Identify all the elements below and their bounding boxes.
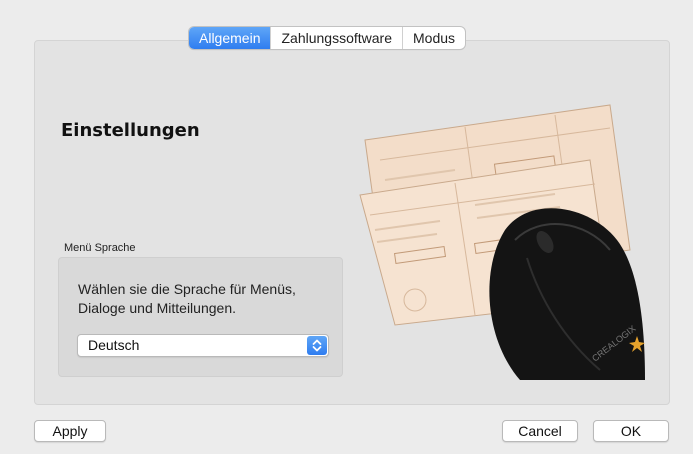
tab-zahlungssoftware[interactable]: Zahlungssoftware xyxy=(271,27,403,49)
language-select-value: Deutsch xyxy=(88,337,140,353)
tab-bar: Allgemein Zahlungssoftware Modus xyxy=(189,27,466,49)
language-group-label: Menü Sprache xyxy=(64,242,136,254)
language-description: Wählen sie die Sprache für Menüs, Dialog… xyxy=(78,281,296,316)
payment-slips-mouse-illustration: CREALOGIX xyxy=(359,104,645,380)
tab-allgemein[interactable]: Allgemein xyxy=(189,27,272,49)
apply-button[interactable]: Apply xyxy=(34,420,106,442)
page-title: Einstellungen xyxy=(61,120,200,141)
cancel-button[interactable]: Cancel xyxy=(502,420,578,442)
tab-modus[interactable]: Modus xyxy=(403,27,465,49)
updown-arrows-icon xyxy=(307,336,327,355)
ok-button[interactable]: OK xyxy=(593,420,669,442)
language-select[interactable]: Deutsch xyxy=(77,334,329,357)
